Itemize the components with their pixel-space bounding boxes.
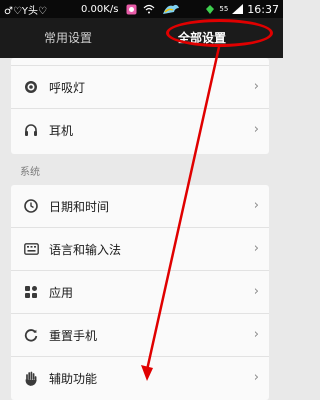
- signal-icon: [232, 4, 244, 14]
- network-speed: 0.00K/s: [81, 3, 119, 15]
- settings-item-headphones[interactable]: 耳机 ›: [11, 109, 269, 151]
- settings-item-label: 耳机: [49, 123, 74, 138]
- keyboard-icon: [23, 241, 39, 257]
- section-title-system: 系统: [20, 167, 40, 178]
- breathing-light-icon: [23, 79, 39, 95]
- settings-item-breathing-light[interactable]: 呼吸灯 ›: [11, 66, 269, 108]
- settings-item-label: 日期和时间: [49, 199, 110, 214]
- tab-common-settings[interactable]: 常用设置: [44, 18, 92, 58]
- pony-icon: [163, 4, 180, 14]
- notification-app-icon: [126, 4, 137, 14]
- headphones-icon: [23, 122, 39, 138]
- settings-item-reset-phone[interactable]: 重置手机 ›: [11, 314, 269, 356]
- chevron-right-icon: ›: [253, 284, 259, 299]
- highlight-ellipse-annotation: [166, 19, 273, 47]
- chevron-right-icon: ›: [253, 198, 259, 213]
- wifi-icon: [143, 4, 155, 14]
- settings-item-label: 语言和输入法: [49, 242, 122, 257]
- chevron-right-icon: ›: [253, 241, 259, 256]
- settings-item-label: 辅助功能: [49, 371, 98, 386]
- settings-item-label: 应用: [49, 285, 74, 300]
- settings-card-system: 日期和时间 › 语言和输入法 › 应用 › 重置手机 › 辅助功能 ›: [11, 185, 269, 400]
- reset-icon: [23, 327, 39, 343]
- chevron-right-icon: ›: [253, 327, 259, 342]
- clock-time: 16:37: [247, 2, 279, 16]
- settings-card-top: 呼吸灯 › 耳机 ›: [11, 58, 269, 154]
- settings-item-apps[interactable]: 应用 ›: [11, 271, 269, 313]
- status-bar: ♂♡Y头♡ 0.00K/s 55 16:37: [0, 0, 283, 18]
- status-left-symbols: ♂♡Y头♡: [4, 5, 48, 17]
- settings-item-label: 重置手机: [49, 328, 98, 343]
- settings-item-accessibility[interactable]: 辅助功能 ›: [11, 357, 269, 399]
- chevron-right-icon: ›: [253, 79, 259, 94]
- settings-item-label: 呼吸灯: [49, 80, 86, 95]
- chevron-right-icon: ›: [253, 370, 259, 385]
- battery-icon: [206, 4, 215, 14]
- apps-icon: [23, 284, 39, 300]
- battery-level: 55: [219, 5, 229, 13]
- chevron-right-icon: ›: [253, 122, 259, 137]
- settings-item-date-time[interactable]: 日期和时间 ›: [11, 185, 269, 227]
- hand-icon: [23, 370, 39, 386]
- clock-icon: [23, 198, 39, 214]
- settings-item-language-input[interactable]: 语言和输入法 ›: [11, 228, 269, 270]
